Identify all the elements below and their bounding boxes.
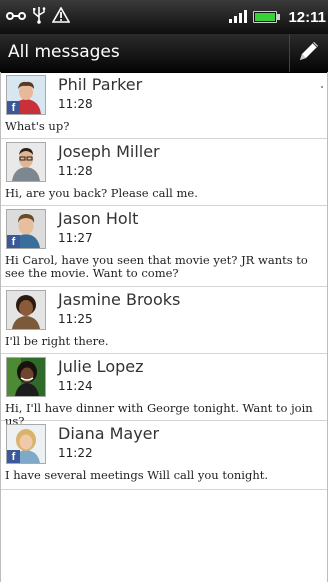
signal-strength-icon — [228, 8, 248, 27]
message-preview: I have several meetings Will call you to… — [5, 468, 269, 482]
messages-screen: 12:11 All messages f Phil Parker 11:28 W… — [0, 0, 328, 582]
avatar — [6, 357, 46, 397]
sender-name: Jasmine Brooks — [58, 290, 181, 309]
sync-arrows-icon — [6, 8, 26, 27]
message-preview: Hi, are you back? Please call me. — [5, 186, 198, 200]
message-time: 11:24 — [58, 379, 93, 393]
message-time: 11:25 — [58, 312, 93, 326]
avatar: f — [6, 209, 46, 249]
avatar: f — [6, 424, 46, 464]
sender-name: Diana Mayer — [58, 424, 160, 443]
warning-icon — [51, 6, 71, 27]
sender-name: Phil Parker — [58, 75, 143, 94]
message-list: f Phil Parker 11:28 What's up? Joseph Mi… — [0, 72, 328, 582]
system-icons: 12:11 — [228, 5, 326, 29]
message-preview: What's up? — [5, 119, 70, 133]
avatar — [6, 142, 46, 182]
message-thread-joseph-miller[interactable]: Joseph Miller 11:28 Hi, are you back? Pl… — [1, 139, 327, 206]
status-bar: 12:11 — [0, 0, 328, 34]
message-thread-phil-parker[interactable]: f Phil Parker 11:28 What's up? — [1, 72, 327, 139]
notification-icons — [6, 5, 71, 29]
message-preview: I'll be right there. — [5, 334, 109, 348]
sender-name: Jason Holt — [58, 209, 139, 228]
facebook-badge-icon: f — [7, 235, 20, 248]
page-title: All messages — [8, 42, 120, 62]
sender-name: Julie Lopez — [58, 357, 144, 376]
status-clock: 12:11 — [288, 8, 326, 26]
sender-name: Joseph Miller — [58, 142, 160, 161]
usb-icon — [32, 6, 46, 28]
pencil-icon — [297, 39, 321, 67]
title-bar: All messages — [0, 34, 328, 73]
message-time: 11:28 — [58, 164, 93, 178]
compose-button[interactable] — [289, 34, 328, 72]
message-thread-diana-mayer[interactable]: f Diana Mayer 11:22 I have several meeti… — [1, 421, 327, 490]
message-time: 11:22 — [58, 446, 93, 460]
battery-level — [255, 13, 276, 21]
avatar — [6, 290, 46, 330]
message-time: 11:28 — [58, 97, 93, 111]
message-preview: Hi Carol, have you seen that movie yet? … — [5, 253, 308, 280]
facebook-badge-icon: f — [7, 450, 20, 463]
facebook-badge-icon: f — [7, 101, 20, 114]
message-thread-jasmine-brooks[interactable]: Jasmine Brooks 11:25 I'll be right there… — [1, 287, 327, 354]
battery-icon — [253, 11, 281, 23]
message-time: 11:27 — [58, 231, 93, 245]
message-thread-jason-holt[interactable]: f Jason Holt 11:27 Hi Carol, have you se… — [1, 206, 327, 287]
avatar: f — [6, 75, 46, 115]
scroll-indicator — [321, 86, 323, 88]
message-thread-julie-lopez[interactable]: Julie Lopez 11:24 Hi, I'll have dinner w… — [1, 354, 327, 428]
